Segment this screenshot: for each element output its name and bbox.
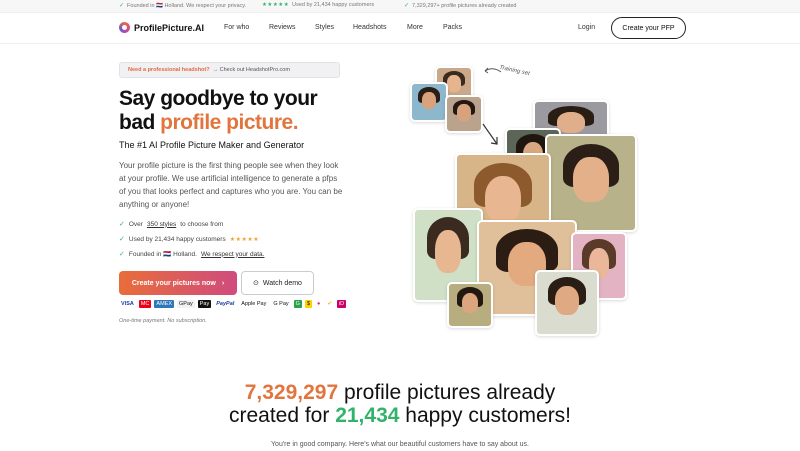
giropay-icon: G (293, 300, 302, 308)
topbar-founded: ✓ Founded in 🇳🇱 Holland. We respect your… (119, 2, 247, 10)
customers-count: 21,434 (335, 404, 400, 427)
sofort-icon: ✔ (327, 301, 332, 307)
nav-link-more[interactable]: More (407, 24, 423, 31)
mastercard-icon: MC (138, 300, 152, 308)
amex-icon: AMEX (154, 300, 174, 308)
topbar-created: ✓ 7,329,297+ profile pictures already cr… (404, 2, 517, 10)
styles-link[interactable]: 350 styles (147, 221, 176, 228)
topbar-created-text: 7,329,297+ profile pictures already crea… (412, 2, 517, 9)
feature-customers: ✓ Used by 21,434 happy customers ★★★★★ (119, 235, 260, 244)
feature-founded: ✓ Founded in 🇳🇱 Holland. We respect your… (119, 250, 264, 259)
nav-link-styles[interactable]: Styles (315, 24, 334, 31)
paypal-icon: PayPal (216, 301, 235, 307)
profile-picture-collage (405, 60, 655, 336)
visa-icon: VISA (121, 301, 134, 307)
logo-icon (119, 22, 130, 33)
feature-founded-text: Founded in 🇳🇱 Holland. (128, 251, 197, 258)
pictures-text: profile pictures already (338, 381, 556, 404)
check-icon: ✓ (119, 251, 125, 258)
hero-title: Say goodbye to your bad profile picture. (119, 87, 318, 135)
rating-stars-icon: ★★★★★ (229, 236, 260, 243)
generated-photo (545, 134, 637, 232)
create-pfp-button[interactable]: Create your PFP (611, 17, 686, 39)
privacy-link[interactable]: We respect your data. (201, 251, 264, 258)
watch-demo-button[interactable]: ⊙ Watch demo (241, 271, 314, 295)
created-for-text: created for (228, 404, 336, 427)
feature-customers-text: Used by 21,434 happy customers (128, 235, 226, 243)
play-icon: ⊙ (253, 280, 259, 287)
payment-methods: VISA MC AMEX GPay Pay PayPal Apple Pay G… (119, 300, 347, 308)
banner-strong-text: Need a professional headshot? (128, 67, 210, 73)
check-icon: ✓ (404, 3, 410, 9)
topbar-customers-text: Used by 21,434 happy customers (292, 2, 375, 8)
generated-photo (447, 282, 493, 328)
headshot-promo-banner[interactable]: Need a professional headshot? → Check ou… (119, 62, 340, 78)
klarna-icon: ● (317, 301, 321, 307)
generated-photo (535, 270, 599, 336)
login-link[interactable]: Login (578, 24, 595, 31)
apple-pay-icon: Apple Pay (241, 301, 267, 307)
banner-link-text: → Check out HeadshotPro.com (212, 67, 290, 73)
nav-link-headshots[interactable]: Headshots (353, 24, 386, 31)
watch-demo-label: Watch demo (262, 279, 302, 287)
feature-styles-prefix: Over (128, 220, 143, 228)
check-icon: ✓ (119, 3, 125, 9)
customers-text: happy customers! (399, 404, 572, 427)
hero-title-prefix: bad (119, 111, 161, 134)
training-photo (445, 95, 483, 133)
stats-headline: 7,329,297 profile pictures already creat… (0, 381, 800, 427)
create-pictures-button[interactable]: Create your pictures now › (119, 271, 237, 295)
training-photo (410, 82, 448, 122)
create-pictures-label: Create your pictures now (131, 279, 216, 287)
hero-title-line1: Say goodbye to your (119, 87, 318, 110)
nav-link-for-who[interactable]: For who (224, 24, 249, 31)
main-navigation: ProfilePicture.AI For who Reviews Styles… (0, 13, 800, 44)
payment-note: One-time payment. No subscription. (119, 318, 207, 324)
cash-icon: $ (304, 300, 313, 308)
feature-styles-suffix: to choose from (180, 220, 224, 228)
arrow-down-icon (482, 123, 498, 145)
googlepay-small-icon: GPay (177, 300, 195, 308)
hero-description: Your profile picture is the first thing … (119, 161, 343, 209)
hero-title-accent: profile picture. (160, 111, 299, 134)
hero-title-line2: bad profile picture. (119, 111, 317, 135)
chevron-right-icon: › (221, 279, 225, 287)
check-icon: ✓ (119, 221, 125, 228)
google-pay-icon: G Pay (273, 301, 289, 307)
stats-line1: 7,329,297 profile pictures already (0, 381, 800, 404)
nav-link-packs[interactable]: Packs (443, 24, 462, 31)
check-icon: ✓ (119, 236, 125, 243)
topbar-customers: ★★★★★ Used by 21,434 happy customers (262, 2, 374, 8)
applepay-small-icon: Pay (197, 300, 212, 308)
topbar-founded-text: Founded in 🇳🇱 Holland. We respect your p… (127, 2, 247, 9)
nav-link-reviews[interactable]: Reviews (269, 24, 295, 31)
ideal-icon: iD (336, 300, 347, 308)
logo[interactable]: ProfilePicture.AI (119, 22, 204, 33)
pictures-count: 7,329,297 (244, 381, 339, 404)
rating-stars-icon: ★★★★★ (262, 2, 290, 8)
stats-line2: created for 21,434 happy customers! (0, 404, 800, 427)
top-info-bar: ✓ Founded in 🇳🇱 Holland. We respect your… (0, 0, 800, 13)
logo-text: ProfilePicture.AI (134, 22, 205, 33)
stats-subline: You're in good company. Here's what our … (271, 441, 529, 448)
feature-styles: ✓ Over 350 styles to choose from (119, 220, 224, 229)
hero-subtitle: The #1 AI Profile Picture Maker and Gene… (119, 140, 305, 150)
